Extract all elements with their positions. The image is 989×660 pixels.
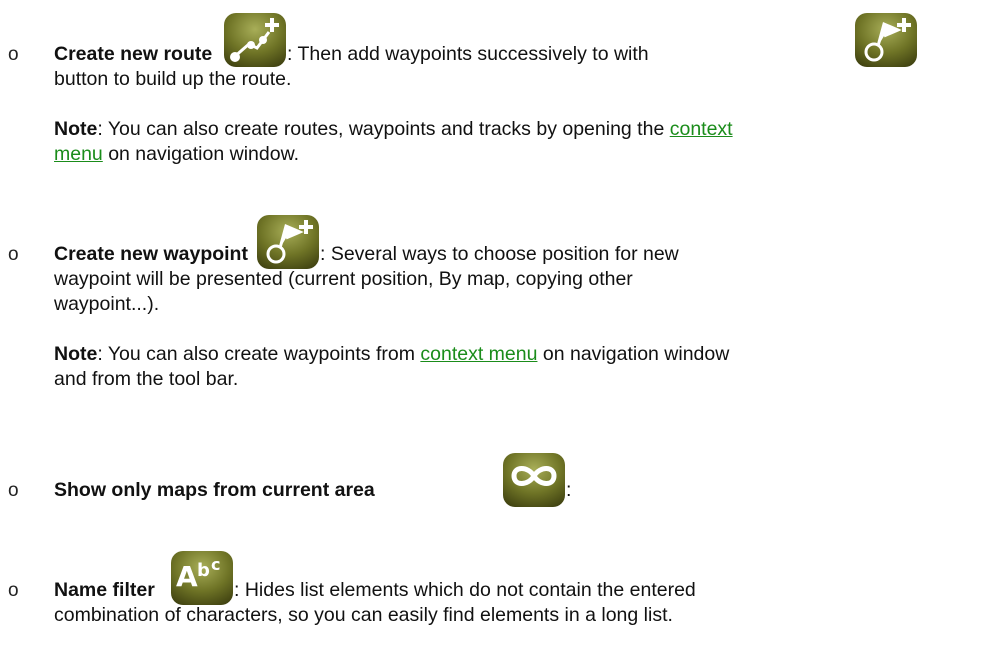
item-route-title: Create new route bbox=[54, 43, 213, 65]
note-2-line-1: Note: You can also create waypoints from… bbox=[54, 342, 729, 366]
waypoint-add-icon bbox=[257, 215, 319, 269]
note-1-link-b[interactable]: menu bbox=[54, 143, 103, 165]
note-1-line-1: Note: You can also create routes, waypoi… bbox=[54, 117, 733, 141]
waypoint-add-icon bbox=[855, 13, 917, 67]
item-filter-desc-b: combination of characters, so you can ea… bbox=[54, 604, 673, 626]
item-route-desc-a: : Then add waypoints successively to wit… bbox=[287, 43, 649, 65]
svg-text:A: A bbox=[176, 560, 198, 593]
abc-filter-icon: A b c bbox=[171, 551, 233, 605]
item-filter-title: Name filter bbox=[54, 579, 155, 601]
item-area-title: Show only maps from current area bbox=[54, 479, 375, 501]
note-1-link-a[interactable]: context bbox=[670, 118, 733, 140]
item-waypoint-title: Create new waypoint bbox=[54, 243, 248, 265]
note-2-text-a: : You can also create waypoints from bbox=[97, 343, 421, 365]
note-2-label: Note bbox=[54, 343, 98, 365]
bullet-marker: o bbox=[8, 480, 19, 501]
item-filter-line-1: Name filter bbox=[54, 578, 155, 602]
item-waypoint-desc-a: : Several ways to choose position for ne… bbox=[320, 243, 679, 265]
route-add-icon bbox=[224, 13, 286, 67]
note-1-label: Note bbox=[54, 118, 98, 140]
item-waypoint-desc-c: waypoint...). bbox=[54, 293, 160, 315]
infinity-icon bbox=[503, 453, 565, 507]
note-2-text-b: on navigation window bbox=[537, 343, 730, 365]
item-route-line-1: Create new route bbox=[54, 42, 212, 66]
svg-text:c: c bbox=[211, 555, 220, 574]
note-1-line-2: menu on navigation window. bbox=[54, 142, 299, 166]
item-waypoint-line-1: Create new waypoint bbox=[54, 242, 248, 266]
note-2-text-c: and from the tool bar. bbox=[54, 368, 239, 390]
bullet-marker: o bbox=[8, 580, 19, 601]
item-area-line-1: Show only maps from current area bbox=[54, 478, 375, 502]
bullet-marker: o bbox=[8, 44, 19, 65]
bullet-marker: o bbox=[8, 244, 19, 265]
item-area-desc: : bbox=[566, 479, 572, 501]
note-1-text-a: : You can also create routes, waypoints … bbox=[97, 118, 670, 140]
item-waypoint-desc-b: waypoint will be presented (current posi… bbox=[54, 268, 633, 290]
item-filter-desc-a: : Hides list elements which do not conta… bbox=[234, 579, 696, 601]
item-route-desc-b: button to build up the route. bbox=[54, 68, 292, 90]
note-2-link[interactable]: context menu bbox=[420, 343, 537, 365]
note-1-text-b: on navigation window. bbox=[102, 143, 299, 165]
svg-text:b: b bbox=[197, 560, 210, 581]
